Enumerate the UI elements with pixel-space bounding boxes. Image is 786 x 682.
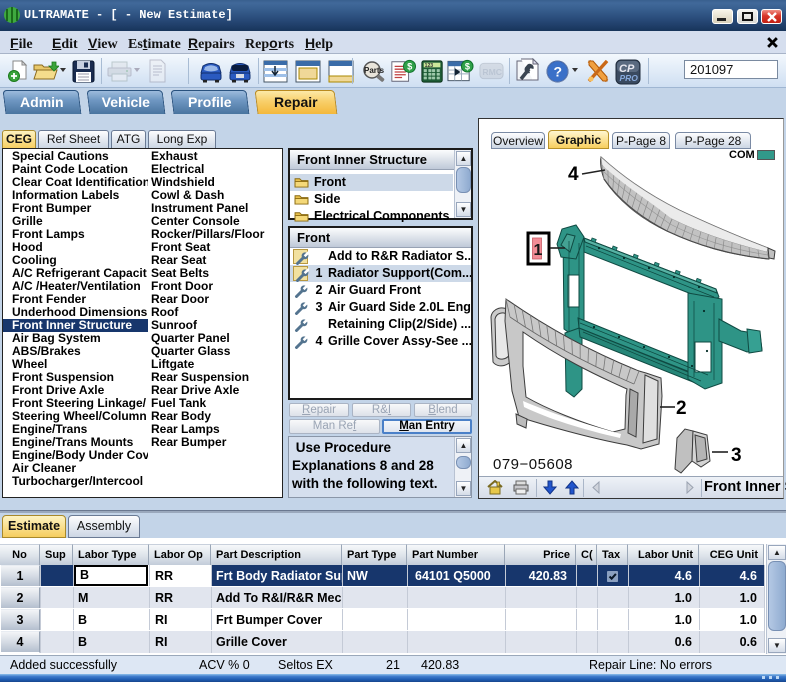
svg-text:RMC: RMC xyxy=(482,67,502,77)
svg-text:Parts: Parts xyxy=(364,66,385,75)
svg-text:?: ? xyxy=(554,64,563,80)
svg-text:$: $ xyxy=(407,62,413,72)
svg-text:1: 1 xyxy=(534,242,543,259)
svg-text:3: 3 xyxy=(731,445,742,466)
svg-text:$: $ xyxy=(465,62,470,72)
svg-text:PRO: PRO xyxy=(620,73,639,83)
svg-text:4: 4 xyxy=(568,164,579,185)
svg-text:2: 2 xyxy=(676,398,687,419)
svg-text:123: 123 xyxy=(425,63,434,69)
